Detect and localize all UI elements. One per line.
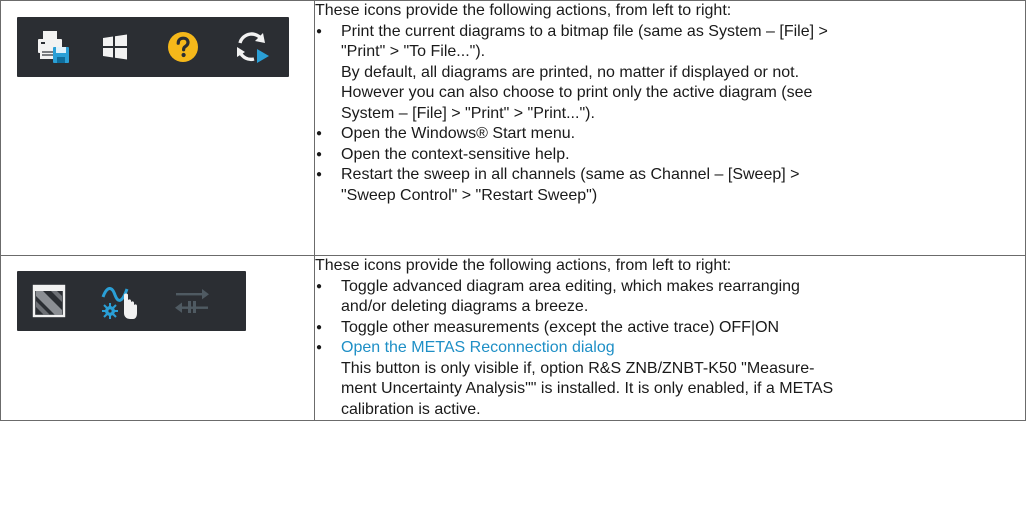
table-row: These icons provide the following action… xyxy=(0,255,1026,421)
item-line: Open the context-sensitive help. xyxy=(341,145,570,163)
item-line: "Sweep Control" > "Restart Sweep") xyxy=(341,186,598,204)
system-toolbar-icons xyxy=(17,17,289,77)
table-row: These icons provide the following action… xyxy=(0,0,1026,256)
list-item: Open the METAS Reconnection dialog This … xyxy=(315,338,1025,420)
item-note: This button is only visible if, option R… xyxy=(341,359,815,377)
item-line: Open the Windows® Start menu. xyxy=(341,125,576,142)
item-line: Restart the sweep in all channels (same … xyxy=(341,166,800,183)
help-icon[interactable] xyxy=(161,17,205,77)
list-item: Print the current diagrams to a bitmap f… xyxy=(315,22,1025,125)
list-item: Toggle other measurements (except the ac… xyxy=(315,318,1025,339)
description-cell: These icons provide the following action… xyxy=(314,255,1026,421)
print-icon[interactable] xyxy=(31,17,75,77)
item-line: Print the current diagrams to a bitmap f… xyxy=(341,22,828,40)
item-note: By default, all diagrams are printed, no… xyxy=(341,63,800,81)
diagram-area-editing-icon[interactable] xyxy=(25,271,73,331)
item-note: calibration is active. xyxy=(341,400,481,418)
metas-reconnection-link[interactable]: Open the METAS Reconnection dialog xyxy=(341,338,1025,359)
list-item: Restart the sweep in all channels (same … xyxy=(315,165,1025,206)
item-line: Toggle advanced diagram area editing, wh… xyxy=(341,277,800,295)
restart-sweep-icon[interactable] xyxy=(227,17,277,77)
intro-text: These icons provide the following action… xyxy=(315,257,732,274)
item-note: ment Uncertainty Analysis"" is installed… xyxy=(341,380,834,397)
description-cell: These icons provide the following action… xyxy=(314,0,1026,256)
item-line: and/or deleting diagrams a breeze. xyxy=(341,298,589,315)
icons-cell xyxy=(0,0,315,256)
item-note: However you can also choose to print onl… xyxy=(341,84,813,101)
action-list: Print the current diagrams to a bitmap f… xyxy=(315,22,1025,207)
list-item: Open the context-sensitive help. xyxy=(315,145,1025,166)
item-line: "Print" > "To File..."). xyxy=(341,43,486,60)
intro-text: These icons provide the following action… xyxy=(315,2,732,19)
action-list: Toggle advanced diagram area editing, wh… xyxy=(315,277,1025,421)
toggle-measurements-icon[interactable] xyxy=(95,271,145,331)
item-note: System – [File] > "Print" > "Print..."). xyxy=(341,104,595,122)
diagram-toolbar-icons xyxy=(17,271,246,331)
metas-reconnection-icon[interactable] xyxy=(167,271,217,331)
list-item: Toggle advanced diagram area editing, wh… xyxy=(315,277,1025,318)
documentation-table: These icons provide the following action… xyxy=(0,0,1026,421)
list-item: Open the Windows® Start menu. xyxy=(315,124,1025,145)
icons-cell xyxy=(0,255,315,421)
windows-icon[interactable] xyxy=(93,17,137,77)
item-line: Toggle other measurements (except the ac… xyxy=(341,318,780,336)
